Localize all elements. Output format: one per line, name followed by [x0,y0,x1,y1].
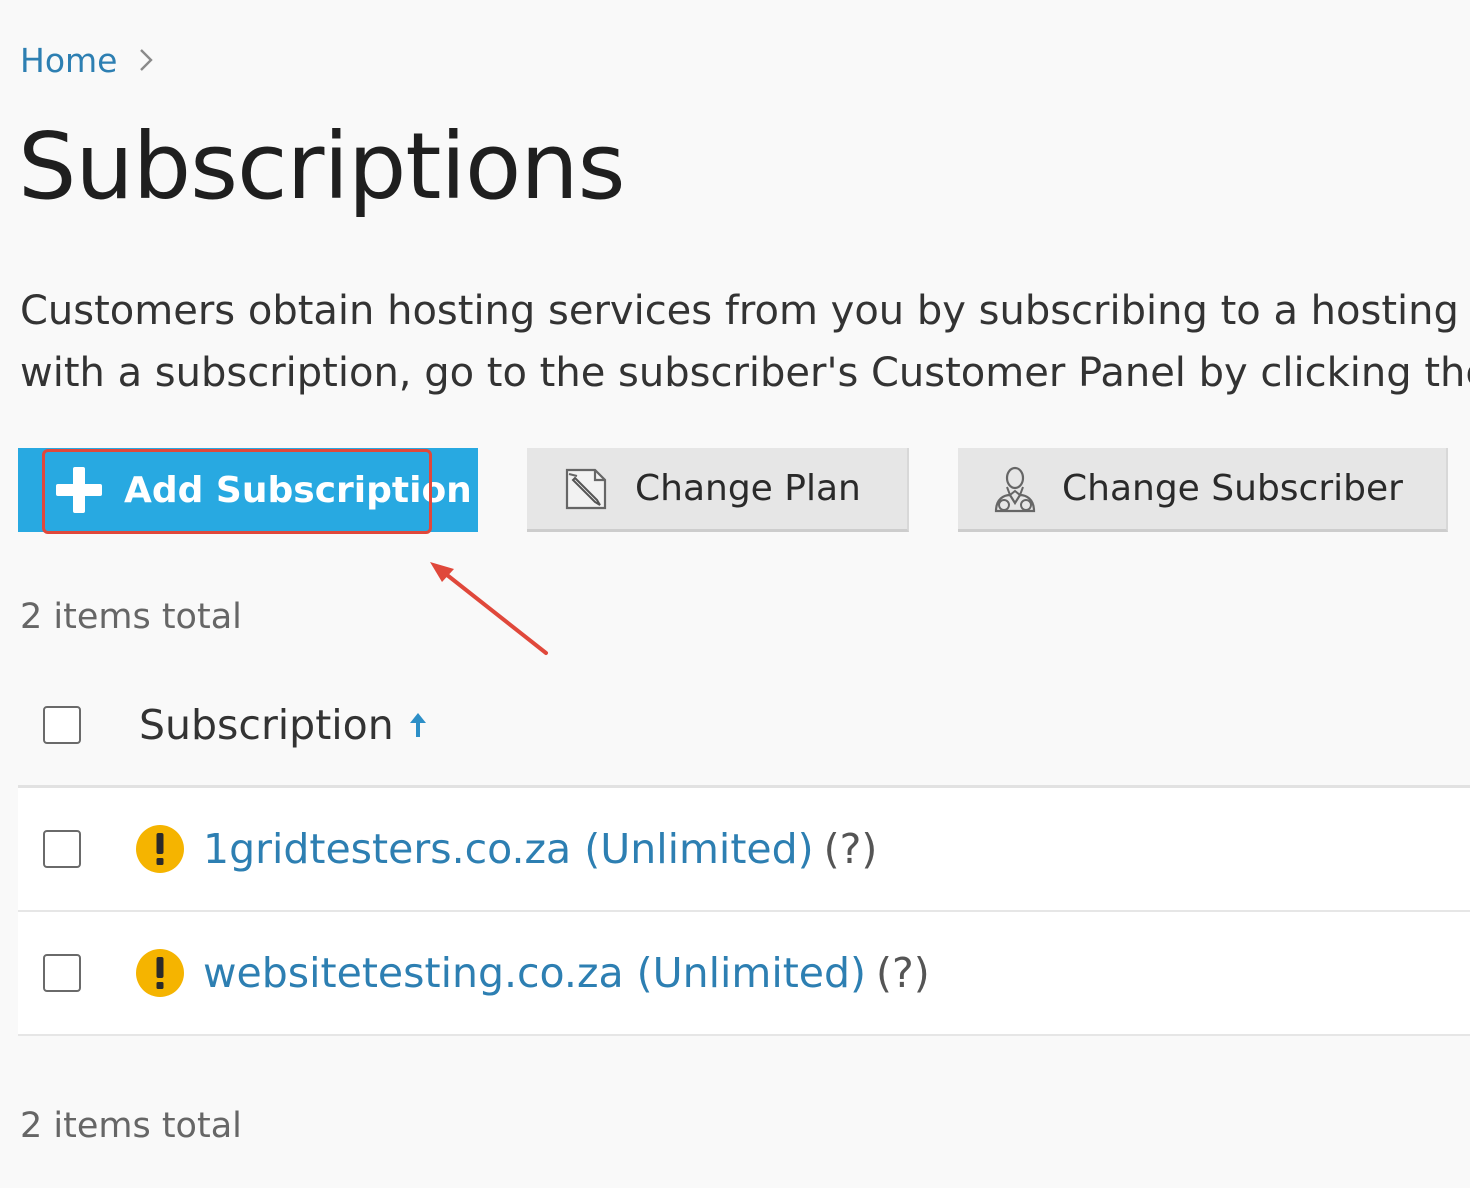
user-icon [992,465,1038,513]
add-subscription-label: Add Subscription [124,469,472,511]
row-checkbox[interactable] [43,954,81,992]
change-plan-label: Change Plan [635,468,861,509]
description-line-2: with a subscription, go to the subscribe… [20,342,1470,404]
items-total-bottom: 2 items total [20,1106,242,1146]
items-total-top: 2 items total [20,597,242,637]
subscriptions-table: Subscription 1gridtesters.co.za (Unlimit… [18,664,1470,1036]
breadcrumb: Home [20,38,154,82]
subscription-link[interactable]: websitetesting.co.za (Unlimited) [203,949,866,997]
annotation-arrow-icon [430,562,548,655]
add-subscription-button[interactable]: Add Subscription [18,448,478,532]
table-row: 1gridtesters.co.za (Unlimited) (?) [18,788,1470,912]
description-line-2-text: with a subscription, go to the subscribe… [20,350,1470,396]
change-subscriber-label: Change Subscriber [1062,468,1403,509]
page-title: Subscriptions [18,113,626,220]
select-all-checkbox[interactable] [43,705,81,744]
change-subscriber-button[interactable]: Change Subscriber [958,448,1448,532]
breadcrumb-home-link[interactable]: Home [20,41,117,80]
chevron-right-icon [139,48,154,72]
help-link[interactable]: (?) [824,825,878,873]
table-row: websitetesting.co.za (Unlimited) (?) [18,912,1470,1036]
edit-document-icon [563,466,611,512]
row-checkbox[interactable] [43,830,81,868]
warning-icon [136,825,184,873]
arrow-up-icon [408,711,428,739]
help-link[interactable]: (?) [876,949,930,997]
subscription-link[interactable]: 1gridtesters.co.za (Unlimited) [203,825,814,873]
column-header-label: Subscription [139,700,394,749]
change-plan-button[interactable]: Change Plan [527,448,909,532]
description-line-1: Customers obtain hosting services from y… [20,288,1470,334]
warning-icon [136,949,184,997]
column-header-subscription[interactable]: Subscription [139,701,428,749]
plus-icon [56,467,102,513]
table-header: Subscription [18,664,1470,788]
page-description: Customers obtain hosting services from y… [20,280,1470,404]
toolbar: Add Subscription Change Plan Change Subs… [0,448,1470,534]
